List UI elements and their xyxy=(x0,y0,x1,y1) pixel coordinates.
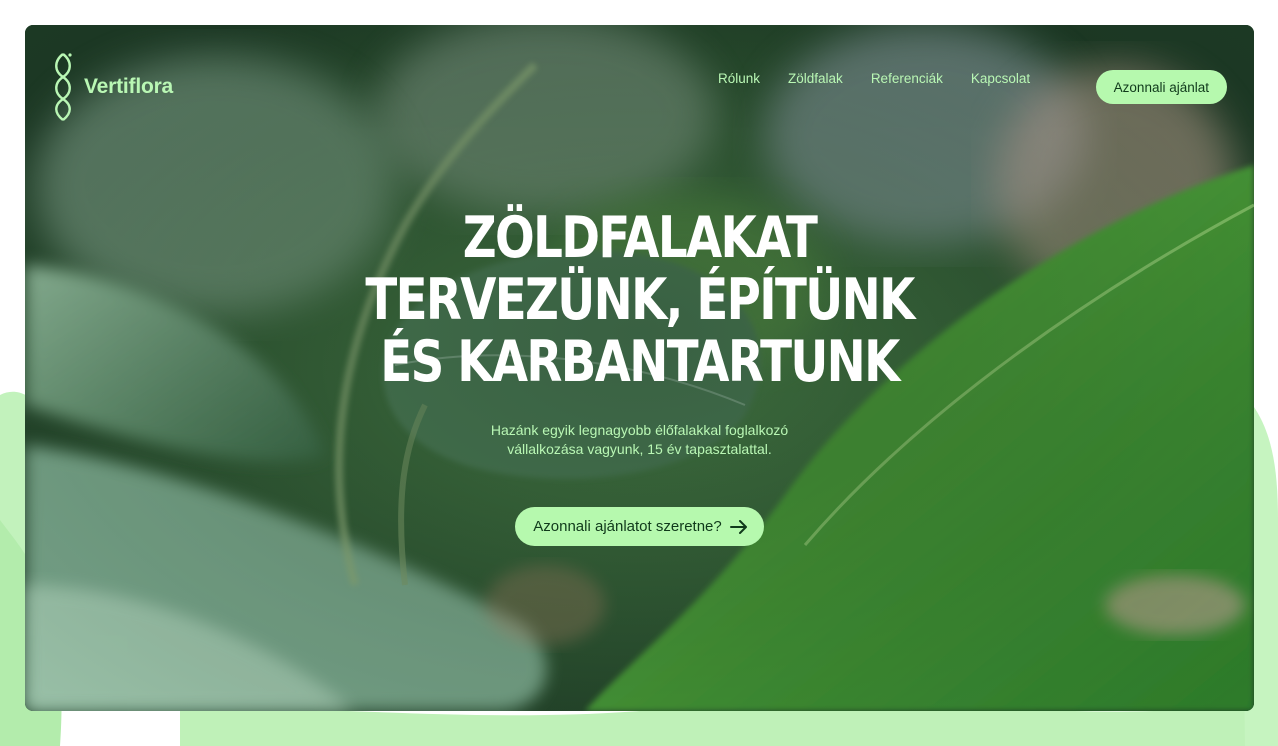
brand-name: Vertiflora xyxy=(84,75,174,98)
main-nav: Rólunk Zöldfalak Referenciák Kapcsolat xyxy=(718,71,1030,86)
hero-headline: Zöldfalakat tervezünk, építünk és karban… xyxy=(136,207,1144,393)
headline-line-1: Zöldfalakat xyxy=(462,205,818,271)
nav-item-rolunk[interactable]: Rólunk xyxy=(718,71,760,86)
hero-subtitle: Hazánk egyik legnagyobb élőfalakkal fogl… xyxy=(450,421,830,459)
hero-card: Vertiflora Rólunk Zöldfalak Referenciák … xyxy=(25,25,1254,711)
nav-item-kapcsolat[interactable]: Kapcsolat xyxy=(971,71,1030,86)
hero-section: Zöldfalakat tervezünk, építünk és karban… xyxy=(25,207,1254,546)
arrow-right-icon xyxy=(729,519,748,534)
quote-button-hero[interactable]: Azonnali ajánlatot szeretne? xyxy=(515,507,764,546)
headline-line-3: és karbantartunk xyxy=(380,329,900,395)
nav-item-zoldfalak[interactable]: Zöldfalak xyxy=(788,71,843,86)
headline-line-2: tervezünk, építünk xyxy=(365,267,915,333)
quote-button-hero-label: Azonnali ajánlatot szeretne? xyxy=(533,518,722,535)
nav-item-referenciak[interactable]: Referenciák xyxy=(871,71,943,86)
braided-leaf-icon xyxy=(50,51,76,123)
subtitle-line-1: Hazánk egyik legnagyobb élőfalakkal fogl… xyxy=(490,422,789,438)
subtitle-line-2: vállalkozása vagyunk, 15 év tapasztalatt… xyxy=(507,441,772,457)
quote-button-header[interactable]: Azonnali ajánlat xyxy=(1095,70,1227,104)
brand-logo[interactable]: Vertiflora xyxy=(50,51,173,123)
